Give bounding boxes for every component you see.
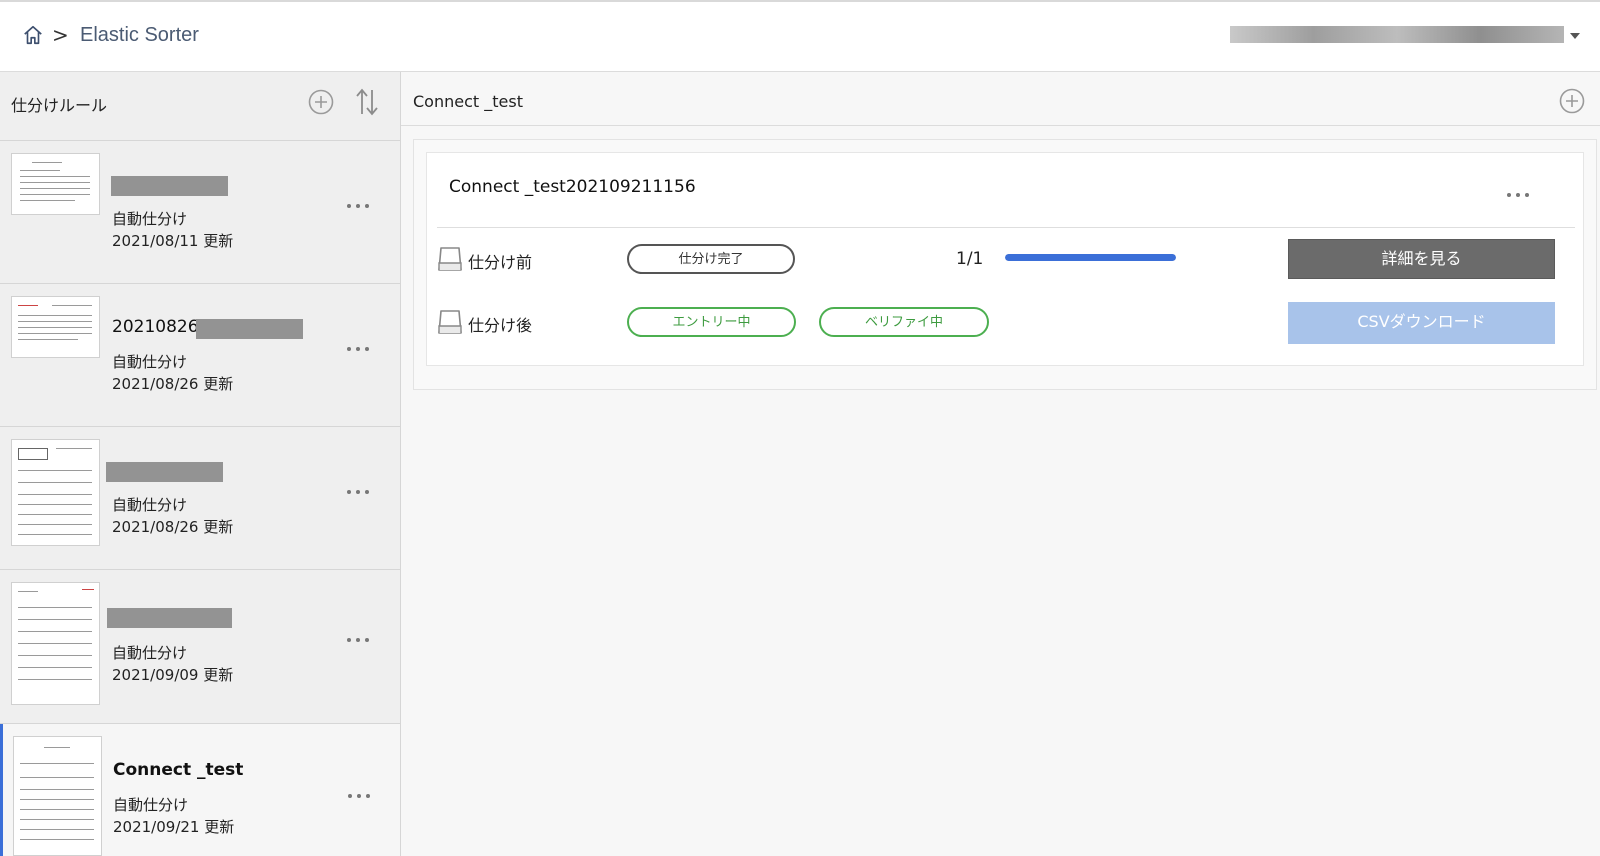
rule-name-redacted: [107, 608, 232, 628]
progress-fill: [1005, 254, 1176, 261]
progress-count: 1/1: [956, 249, 984, 269]
rule-type: 自動仕分け: [112, 644, 188, 662]
main-header: Connect _test: [401, 72, 1600, 126]
rule-item[interactable]: 自動仕分け 2021/08/26 更新: [0, 427, 400, 570]
more-options-icon[interactable]: [1507, 193, 1531, 199]
before-sort-label: 仕分け前: [468, 253, 533, 272]
entry-status-badge: エントリー中: [627, 307, 796, 337]
verify-status-badge: ベリファイ中: [819, 307, 989, 337]
rule-type: 自動仕分け: [112, 210, 188, 228]
breadcrumb-separator: >: [52, 23, 69, 47]
more-options-icon[interactable]: [347, 638, 371, 644]
more-options-icon[interactable]: [347, 204, 371, 210]
rule-name: 20210826: [112, 317, 199, 337]
main-title: Connect _test: [413, 92, 523, 111]
main-panel: Connect _test Connect _test202109211156 …: [401, 72, 1600, 856]
rule-type: 自動仕分け: [113, 796, 189, 814]
rule-type: 自動仕分け: [112, 353, 188, 371]
document-thumbnail: [11, 296, 100, 358]
tray-icon: [438, 247, 462, 271]
status-badge: 仕分け完了: [627, 244, 795, 274]
sidebar-header: 仕分けルール: [0, 72, 400, 141]
tray-icon: [438, 310, 462, 334]
document-thumbnail: [11, 439, 100, 546]
plus-circle-icon[interactable]: [1559, 88, 1585, 114]
rule-sidebar: 仕分けルール 自動仕分け 2021/08/11 更新 20210826 自動仕分…: [0, 72, 401, 856]
plus-circle-icon[interactable]: [308, 89, 334, 115]
rule-name-redacted: [111, 176, 228, 196]
rule-item[interactable]: 自動仕分け 2021/08/11 更新: [0, 141, 400, 284]
rule-name-redacted: [106, 462, 223, 482]
rule-item[interactable]: 自動仕分け 2021/09/09 更新: [0, 570, 400, 724]
more-options-icon[interactable]: [347, 347, 371, 353]
rule-date: 2021/09/09 更新: [112, 666, 234, 684]
rule-item[interactable]: 20210826 自動仕分け 2021/08/26 更新: [0, 284, 400, 427]
home-icon[interactable]: [22, 24, 44, 46]
rule-date: 2021/08/26 更新: [112, 518, 234, 536]
document-thumbnail: [13, 736, 102, 856]
view-details-button[interactable]: 詳細を見る: [1288, 239, 1555, 279]
rule-name: Connect _test: [113, 760, 244, 780]
rule-type: 自動仕分け: [112, 496, 188, 514]
rule-item-selected[interactable]: Connect _test 自動仕分け 2021/09/21 更新: [0, 724, 400, 856]
batch-card-container: Connect _test202109211156 仕分け前 仕分け完了 1/1…: [413, 139, 1597, 390]
batch-title: Connect _test202109211156: [449, 177, 696, 197]
rule-date: 2021/08/26 更新: [112, 375, 234, 393]
progress-bar: [1005, 254, 1176, 261]
caret-down-icon[interactable]: [1570, 33, 1580, 39]
sort-icon[interactable]: [355, 87, 379, 117]
more-options-icon[interactable]: [348, 794, 372, 800]
breadcrumb-app-title[interactable]: Elastic Sorter: [80, 24, 199, 47]
rule-name-redacted: [196, 319, 303, 339]
divider: [437, 227, 1575, 228]
user-account-redacted[interactable]: [1230, 26, 1564, 43]
batch-card: Connect _test202109211156 仕分け前 仕分け完了 1/1…: [426, 152, 1584, 366]
more-options-icon[interactable]: [347, 490, 371, 496]
top-bar: > Elastic Sorter: [0, 0, 1600, 72]
document-thumbnail: [11, 582, 100, 705]
csv-download-button[interactable]: CSVダウンロード: [1288, 302, 1555, 344]
document-thumbnail: [11, 153, 100, 215]
after-sort-label: 仕分け後: [468, 316, 533, 335]
rule-date: 2021/08/11 更新: [112, 232, 234, 250]
sidebar-title: 仕分けルール: [11, 96, 108, 115]
rule-date: 2021/09/21 更新: [113, 818, 235, 836]
